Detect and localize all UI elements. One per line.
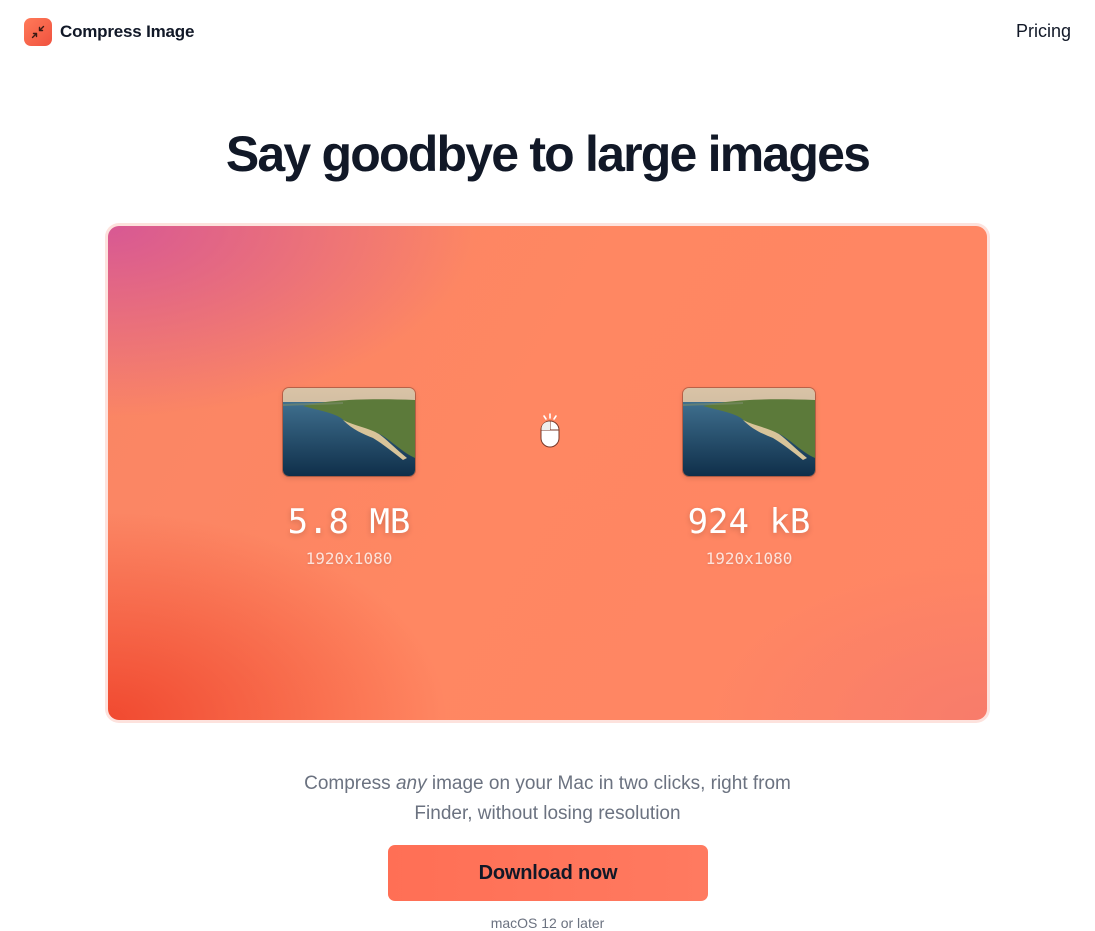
demo-panel-frame: 5.8 MB 1920x1080 924 kB 1920x1080: [105, 223, 990, 723]
after-image-thumbnail: [683, 388, 815, 476]
tagline-line-1: Compress any image on your Mac in two cl…: [0, 769, 1095, 799]
tagline-rest: image on your Mac in two clicks, right f…: [426, 773, 791, 794]
after-dimensions: 1920x1080: [705, 549, 793, 568]
page: Compress Image Pricing Say goodbye to la…: [0, 0, 1095, 931]
before-image-thumbnail: [283, 388, 415, 476]
brand-name: Compress Image: [60, 22, 195, 41]
demo-panel: 5.8 MB 1920x1080 924 kB 1920x1080: [108, 226, 987, 720]
after-file-size: 924 kB: [687, 502, 811, 542]
site-header: Compress Image Pricing: [0, 0, 1095, 66]
tagline-line-2: Finder, without losing resolution: [414, 803, 681, 824]
tagline-prefix: Compress: [304, 773, 396, 794]
compress-arrows-icon: [24, 18, 52, 46]
brand-link[interactable]: Compress Image: [24, 18, 194, 46]
mouse-click-icon: [536, 410, 564, 450]
tagline: Compress any image on your Mac in two cl…: [0, 769, 1095, 829]
before-file-size: 5.8 MB: [287, 502, 411, 542]
hero-title: Say goodbye to large images: [225, 126, 871, 182]
nav-pricing-link[interactable]: Pricing: [1016, 21, 1071, 42]
tagline-emphasis: any: [395, 773, 427, 794]
download-now-button[interactable]: Download now: [388, 845, 708, 901]
system-requirement: macOS 12 or later: [490, 915, 605, 931]
before-dimensions: 1920x1080: [305, 549, 393, 568]
